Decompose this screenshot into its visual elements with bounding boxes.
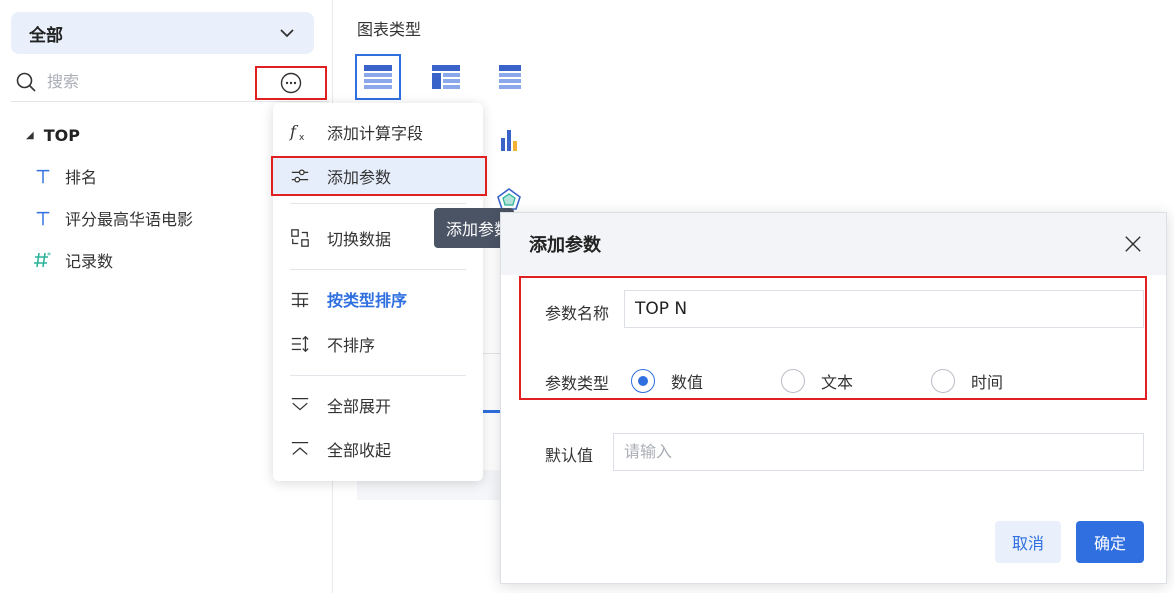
chart-type-title: 图表类型 [357, 20, 422, 39]
param-name-input[interactable] [624, 290, 1144, 328]
param-name-label: 参数名称 [545, 304, 610, 323]
close-icon [1125, 236, 1141, 252]
sliders-icon [289, 165, 311, 187]
dropdown-label: 全部 [29, 25, 63, 46]
param-type-label: 参数类型 [545, 374, 610, 393]
more-options-button[interactable] [255, 66, 327, 100]
radio-circle [931, 369, 955, 393]
menu-item-expand-all[interactable]: 全部展开 [273, 385, 483, 425]
collapse-all-icon [289, 438, 311, 460]
chart-type-bar[interactable] [494, 116, 524, 162]
caret-down-icon: ◢ [26, 129, 34, 141]
text-type-icon [33, 208, 53, 228]
field-label: 评分最高华语电影 [65, 210, 194, 229]
search-icon [16, 72, 36, 92]
radio-circle [631, 369, 655, 393]
bar-chart-icon [501, 130, 517, 151]
menu-item-add-calculated-field[interactable]: fx 添加计算字段 [273, 112, 483, 152]
field-item-rank[interactable]: 排名 [33, 164, 97, 188]
radio-type-text[interactable]: 文本 [781, 368, 853, 394]
more-horizontal-icon [280, 72, 302, 94]
radio-type-time[interactable]: 时间 [931, 368, 1003, 394]
number-type-icon: * [33, 250, 53, 270]
svg-text:*: * [47, 251, 51, 260]
close-button[interactable] [1122, 233, 1144, 255]
chart-type-table-selected[interactable] [355, 54, 401, 100]
menu-item-collapse-all[interactable]: 全部收起 [273, 429, 483, 469]
svg-text:f: f [289, 122, 299, 141]
chart-type-cross-table[interactable] [423, 54, 469, 100]
svg-text:x: x [299, 133, 305, 143]
switch-data-icon [289, 227, 311, 249]
field-item-record-count[interactable]: * 记录数 [33, 248, 113, 272]
chart-type-detail-table[interactable] [491, 54, 525, 100]
menu-item-sort-by-type[interactable]: 按类型排序 [273, 279, 483, 319]
tree-node-label: TOP [43, 125, 80, 145]
more-options-menu: fx 添加计算字段 添加参数 切换数据 按类型排序 不排序 全部展开 全部收起 [271, 103, 487, 481]
menu-divider [290, 269, 466, 270]
default-value-input[interactable] [613, 433, 1144, 471]
dialog-title: 添加参数 [529, 235, 601, 256]
detail-table-icon [499, 65, 521, 89]
text-type-icon [33, 166, 53, 186]
search-input[interactable] [47, 72, 237, 91]
expand-all-icon [289, 394, 311, 416]
cancel-button[interactable]: 取消 [995, 521, 1061, 563]
active-tab-indicator [483, 410, 501, 413]
default-value-label: 默认值 [545, 446, 594, 465]
table-chart-icon [364, 65, 392, 89]
field-label: 排名 [65, 168, 98, 187]
menu-item-add-parameter[interactable]: 添加参数 [271, 156, 487, 196]
menu-divider [290, 375, 466, 376]
cross-table-icon [432, 65, 460, 89]
add-parameter-dialog: 添加参数 参数名称 参数类型 数值 文本 时间 默认值 取消 确定 [500, 212, 1167, 584]
dialog-header: 添加参数 [501, 213, 1166, 275]
chevron-down-icon [280, 29, 294, 38]
function-icon: fx [289, 121, 311, 143]
field-item-title[interactable]: 评分最高华语电影 [33, 206, 193, 230]
no-sort-icon [289, 333, 311, 355]
radio-circle [781, 369, 805, 393]
menu-divider [290, 203, 466, 204]
menu-item-no-sort[interactable]: 不排序 [273, 324, 483, 364]
sort-by-type-icon [289, 288, 311, 310]
dataset-dropdown[interactable]: 全部 [11, 12, 314, 54]
tree-node-top[interactable]: ◢ TOP [26, 124, 80, 146]
confirm-button[interactable]: 确定 [1076, 521, 1144, 563]
field-label: 记录数 [65, 252, 114, 271]
radio-type-number[interactable]: 数值 [631, 368, 703, 394]
